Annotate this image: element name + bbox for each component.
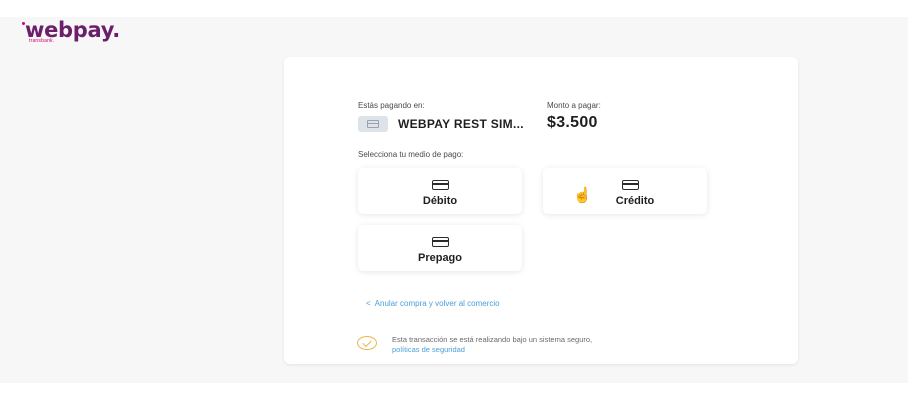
method-label: Débito bbox=[422, 195, 458, 207]
logo-subtext: transbank. bbox=[29, 38, 55, 44]
credit-card-icon bbox=[432, 180, 449, 190]
security-notice: Esta transacción se está realizando bajo… bbox=[392, 335, 592, 355]
payment-card: Estás pagando en: Monto a pagar: WEBPAY … bbox=[284, 57, 798, 364]
top-bar bbox=[0, 0, 908, 17]
merchant-name: WEBPAY REST SIM... bbox=[398, 117, 524, 131]
logo-dot-icon bbox=[22, 22, 25, 25]
method-label: Prepago bbox=[417, 252, 462, 264]
method-label: Crédito bbox=[615, 195, 655, 207]
store-card-icon bbox=[367, 120, 379, 128]
credit-card-icon bbox=[622, 180, 639, 190]
security-policy-link[interactable]: políticas de seguridad bbox=[392, 345, 465, 354]
credit-card-icon bbox=[432, 237, 449, 247]
security-text: Esta transacción se está realizando bajo… bbox=[392, 335, 593, 344]
select-method-label: Selecciona tu medio de pago: bbox=[358, 150, 464, 159]
amount-value: $3.500 bbox=[547, 114, 598, 131]
method-prepago-button[interactable]: Prepago bbox=[358, 225, 522, 271]
merchant-icon bbox=[358, 116, 388, 132]
cancel-link-label: Anular compra y volver al comercio bbox=[374, 299, 500, 308]
cancel-purchase-link[interactable]: < Anular compra y volver al comercio bbox=[366, 299, 500, 308]
webpay-logo: webpay. transbank. bbox=[22, 20, 120, 44]
method-credito-button[interactable]: ☝ Crédito bbox=[543, 168, 707, 214]
amount-label: Monto a pagar: bbox=[547, 101, 601, 110]
chevron-left-icon: < bbox=[366, 299, 371, 308]
paying-at-label: Estás pagando en: bbox=[358, 101, 425, 110]
shield-check-icon bbox=[357, 336, 377, 350]
method-debito-button[interactable]: Débito bbox=[358, 168, 522, 214]
